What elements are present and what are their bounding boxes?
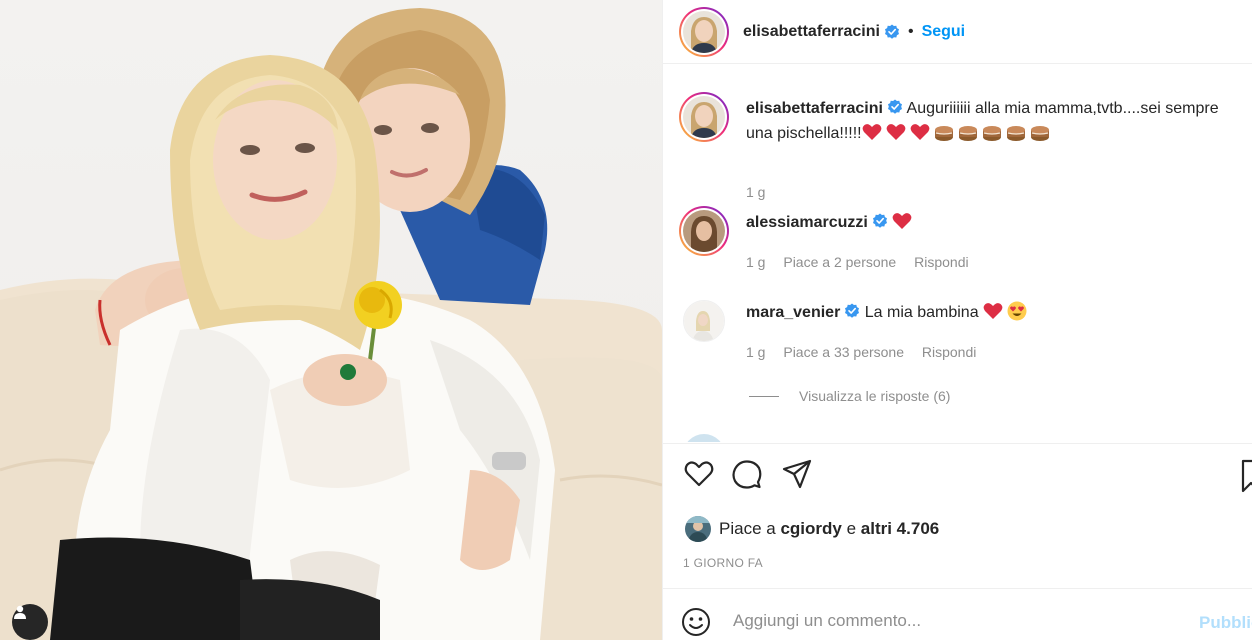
header-separator: • — [907, 22, 914, 40]
post-date[interactable]: 1 GIORNO FA — [683, 556, 763, 570]
view-replies-button[interactable]: Visualizza le risposte (6) — [749, 388, 950, 404]
caption-text: elisabettaferracini Auguriiiiii alla mia… — [746, 96, 1252, 146]
commenter-avatar-image — [683, 210, 725, 252]
liker-username[interactable]: cgiordy — [780, 519, 841, 539]
heart-emoji-icon — [892, 213, 912, 229]
verified-icon — [845, 303, 860, 318]
caption-avatar-image — [683, 96, 725, 138]
publish-button[interactable]: Pubblica — [1199, 613, 1252, 633]
comment-icon[interactable] — [731, 458, 763, 490]
cake-emoji-icon — [934, 126, 953, 141]
caption-avatar[interactable] — [679, 92, 729, 142]
comment-body: La mia bambina — [864, 304, 979, 321]
author-avatar[interactable] — [679, 6, 729, 57]
liker-avatar[interactable] — [685, 516, 711, 542]
heart-emoji-icon — [983, 303, 1003, 319]
comments-list[interactable]: elisabettaferracini Auguriiiiii alla mia… — [663, 72, 1252, 442]
caption-time[interactable]: 1 g — [746, 184, 765, 200]
comment-time[interactable]: 1 g — [746, 344, 765, 360]
comment-meta: 1 g Piace a 33 persone Rispondi — [746, 344, 990, 360]
cake-emoji-icon — [958, 126, 977, 141]
comment-time[interactable]: 1 g — [746, 254, 765, 270]
comment-input[interactable] — [733, 611, 1163, 631]
verified-icon — [887, 99, 902, 114]
caption-meta: 1 g — [746, 184, 779, 200]
comment-username[interactable]: mara_venier — [746, 304, 840, 321]
commenter-avatar-image — [684, 301, 724, 341]
post-actions: Piace a cgiordy e altri 4.706 1 GIORNO F… — [663, 443, 1252, 570]
post-photo[interactable] — [0, 0, 662, 640]
heart-eyes-emoji-icon — [1007, 301, 1027, 321]
bookmark-icon[interactable] — [1239, 458, 1252, 494]
likes-middle: e — [846, 519, 857, 538]
caption-username[interactable]: elisabettaferracini — [746, 100, 883, 117]
replies-divider — [749, 395, 779, 397]
cake-emoji-icon — [1006, 126, 1025, 141]
add-comment-bar: Pubblica — [663, 588, 1252, 640]
likes-others[interactable]: altri 4.706 — [861, 519, 939, 539]
photo-illustration — [0, 8, 662, 640]
user-tag-icon — [14, 605, 26, 619]
heart-emoji-icon — [886, 124, 906, 140]
author-avatar-image — [683, 10, 725, 53]
reply-button[interactable]: Rispondi — [922, 344, 976, 360]
comment-meta: 1 g Piace a 2 persone Rispondi — [746, 254, 983, 270]
heart-emoji-icon — [910, 124, 930, 140]
comment-text: mara_venier La mia bambina — [746, 300, 1252, 325]
verified-icon — [872, 213, 887, 228]
reply-button[interactable]: Rispondi — [914, 254, 968, 270]
follow-button[interactable]: Segui — [922, 23, 966, 41]
cake-emoji-icon — [982, 126, 1001, 141]
comment-text: alessiamarcuzzi — [746, 210, 1252, 235]
comment-username[interactable]: alessiamarcuzzi — [746, 214, 868, 231]
verified-icon — [884, 24, 899, 39]
author-username[interactable]: elisabettaferracini — [743, 23, 880, 41]
post-header: elisabettaferracini • Segui — [663, 0, 1252, 64]
caption-line-1: Auguriiiiii alla mia mamma,tvtb....sei s… — [906, 100, 1219, 117]
heart-icon[interactable] — [683, 458, 715, 490]
commenter-avatar[interactable] — [679, 206, 729, 256]
liker-avatar-image — [685, 516, 711, 542]
post-side-panel: elisabettaferracini • Segui elisabettafe… — [662, 0, 1252, 640]
share-icon[interactable] — [781, 458, 813, 490]
user-tag-button[interactable] — [12, 604, 48, 640]
likes-prefix: Piace a — [719, 519, 776, 538]
emoji-icon[interactable] — [681, 607, 711, 637]
comment-likes[interactable]: Piace a 2 persone — [783, 254, 896, 270]
heart-emoji-icon — [862, 124, 882, 140]
comment-likes[interactable]: Piace a 33 persone — [783, 344, 904, 360]
likes-summary[interactable]: Piace a cgiordy e altri 4.706 — [685, 516, 939, 542]
commenter-avatar[interactable] — [683, 434, 725, 442]
commenter-avatar[interactable] — [683, 300, 725, 342]
view-replies-label: Visualizza le risposte (6) — [799, 388, 951, 404]
caption-line-2: una pischella!!!!! — [746, 125, 862, 142]
cake-emoji-icon — [1030, 126, 1049, 141]
